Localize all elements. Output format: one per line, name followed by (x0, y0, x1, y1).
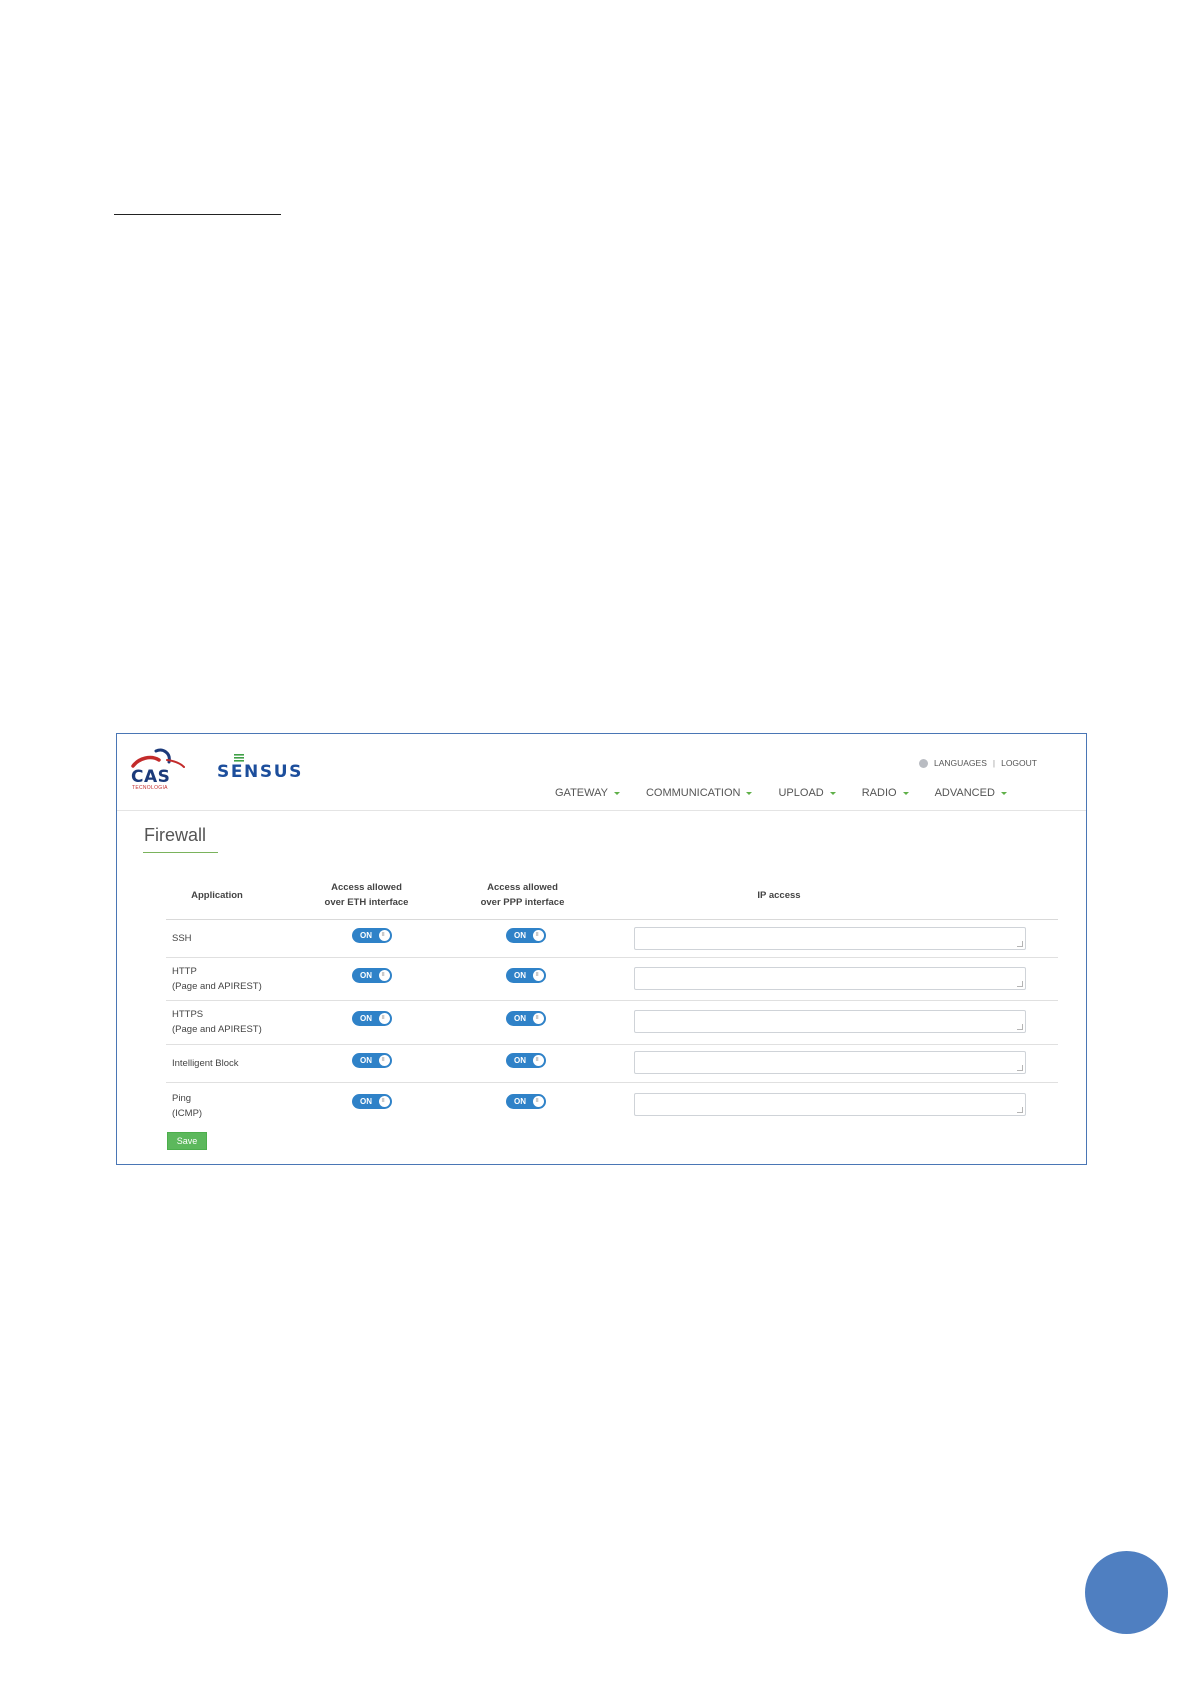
application-detail: (Page and APIREST) (172, 981, 262, 992)
nav-item-label: GATEWAY (555, 787, 608, 799)
toggle-knob (379, 930, 390, 941)
eth-access-toggle[interactable]: ON (352, 968, 392, 983)
application-cell: Intelligent Block (172, 1056, 239, 1071)
page-number-badge (1085, 1551, 1168, 1634)
nav-item-radio[interactable]: RADIO (862, 787, 909, 799)
application-cell: Ping (ICMP) (172, 1091, 202, 1121)
ppp-access-toggle[interactable]: ON (506, 968, 546, 983)
nav-item-label: COMMUNICATION (645, 787, 741, 799)
application-name: Intelligent Block (172, 1058, 239, 1069)
sensus-logo-text: SENSUS (217, 762, 303, 782)
toggle-label: ON (360, 1013, 372, 1023)
ip-access-input[interactable] (634, 967, 1026, 990)
toggle-label: ON (360, 970, 372, 980)
application-name: SSH (172, 933, 192, 944)
ppp-access-toggle[interactable]: ON (506, 928, 546, 943)
toggle-label: ON (360, 1096, 372, 1106)
eth-access-toggle[interactable]: ON (352, 1053, 392, 1068)
application-name: Ping (172, 1093, 192, 1104)
toggle-knob (533, 1055, 544, 1066)
application-detail: (Page and APIREST) (172, 1024, 262, 1035)
caret-down-icon (746, 791, 753, 795)
eth-access-toggle[interactable]: ON (352, 1094, 392, 1109)
toggle-knob (379, 1013, 390, 1024)
toggle-label: ON (360, 1055, 372, 1065)
column-header-application: Application (191, 890, 243, 901)
column-header-ppp: Access allowed over PPP interface (457, 880, 588, 910)
application-cell: HTTP (Page and APIREST) (172, 964, 262, 994)
globe-icon (918, 758, 928, 768)
caret-down-icon (829, 791, 836, 795)
toggle-knob (533, 1096, 544, 1107)
page-title: Firewall (144, 825, 207, 845)
column-header-eth-line2: over ETH interface (324, 897, 409, 908)
application-name: HTTPS (172, 1009, 204, 1020)
column-header-eth: Access allowed over ETH interface (301, 880, 432, 910)
toggle-knob (533, 930, 544, 941)
table-row: SSH ON ON (166, 920, 1058, 958)
toggle-label: ON (514, 1096, 526, 1106)
toggle-knob (379, 1055, 390, 1066)
top-links-separator: | (992, 758, 996, 768)
nav-item-upload[interactable]: UPLOAD (778, 787, 836, 799)
toggle-label: ON (514, 930, 526, 940)
top-links: LANGUAGES | LOGOUT (918, 758, 1037, 768)
toggle-knob (533, 970, 544, 981)
caret-down-icon (1000, 791, 1007, 795)
nav-item-gateway[interactable]: GATEWAY (555, 787, 620, 799)
nav-item-label: UPLOAD (778, 787, 824, 799)
column-header-ppp-line1: Access allowed (487, 882, 558, 893)
cas-logo-text: CAS (131, 767, 171, 787)
toggle-knob (533, 1013, 544, 1024)
languages-link[interactable]: LANGUAGES (934, 758, 987, 768)
ip-access-input[interactable] (634, 927, 1026, 950)
table-header: Application Access allowed over ETH inte… (166, 871, 1058, 920)
toggle-knob (379, 970, 390, 981)
toggle-label: ON (514, 970, 526, 980)
application-cell: SSH (172, 931, 192, 946)
ip-access-input[interactable] (634, 1010, 1026, 1033)
save-button[interactable]: Save (167, 1132, 207, 1150)
logout-link[interactable]: LOGOUT (1001, 758, 1037, 768)
document-title-rule (114, 214, 281, 215)
firewall-table: Application Access allowed over ETH inte… (166, 871, 1058, 1127)
table-row: HTTP (Page and APIREST) ON ON (166, 958, 1058, 1001)
column-header-eth-line1: Access allowed (331, 882, 402, 893)
nav-item-advanced[interactable]: ADVANCED (935, 787, 1007, 799)
application-detail: (ICMP) (172, 1108, 203, 1119)
table-row: Intelligent Block ON ON (166, 1045, 1058, 1083)
cas-logo-subtitle: TECNOLOGIA (132, 785, 168, 791)
page-title-underline (143, 852, 218, 853)
toggle-label: ON (514, 1013, 526, 1023)
table-row: HTTPS (Page and APIREST) ON ON (166, 1001, 1058, 1045)
ip-access-input[interactable] (634, 1093, 1026, 1116)
eth-access-toggle[interactable]: ON (352, 1011, 392, 1026)
table-row: Ping (ICMP) ON ON (166, 1083, 1058, 1127)
toggle-label: ON (514, 1055, 526, 1065)
ppp-access-toggle[interactable]: ON (506, 1094, 546, 1109)
nav-item-label: ADVANCED (934, 787, 995, 799)
ppp-access-toggle[interactable]: ON (506, 1053, 546, 1068)
nav-item-label: RADIO (861, 787, 897, 799)
toggle-label: ON (360, 930, 372, 940)
nav-item-communication[interactable]: COMMUNICATION (646, 787, 753, 799)
main-nav: GATEWAY COMMUNICATION UPLOAD RADIO ADVAN… (555, 787, 1033, 799)
application-name: HTTP (172, 966, 197, 977)
eth-access-toggle[interactable]: ON (352, 928, 392, 943)
header-divider (117, 810, 1086, 811)
ip-access-input[interactable] (634, 1051, 1026, 1074)
application-cell: HTTPS (Page and APIREST) (172, 1007, 262, 1037)
toggle-knob (379, 1096, 390, 1107)
column-header-ppp-line2: over PPP interface (480, 897, 565, 908)
caret-down-icon (613, 791, 620, 795)
caret-down-icon (902, 791, 909, 795)
firewall-screenshot: CAS TECNOLOGIA SENSUS LANGUAGES | LOGOUT… (116, 733, 1087, 1165)
column-header-ip-access: IP access (757, 890, 801, 901)
ppp-access-toggle[interactable]: ON (506, 1011, 546, 1026)
